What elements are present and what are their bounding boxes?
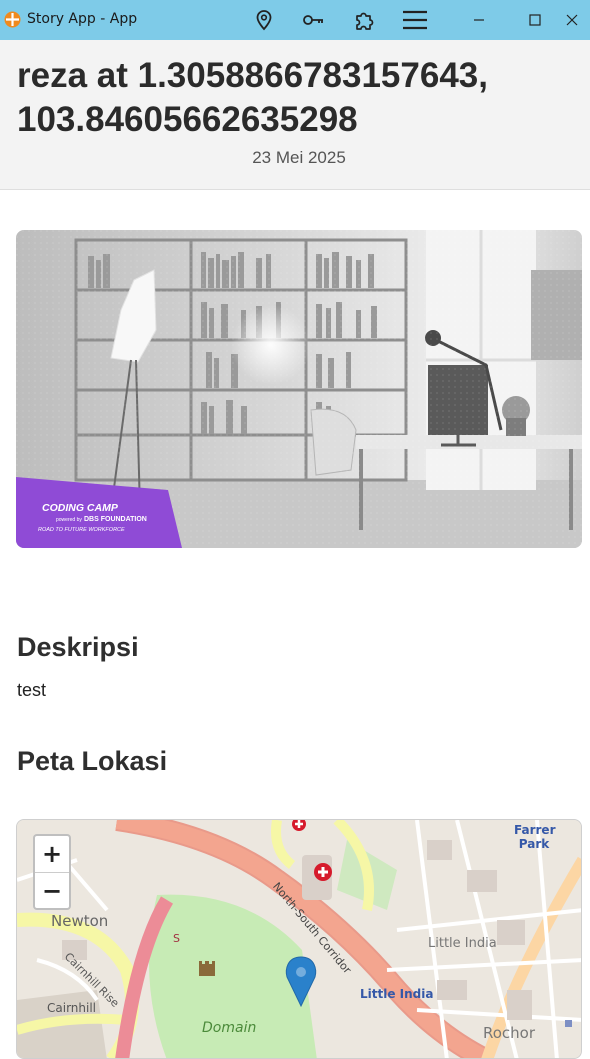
badge-title: CODING CAMP [42, 502, 119, 514]
puzzle-extension-icon[interactable] [353, 8, 377, 32]
story-title: reza at 1.3058866783157643, 103.84605662… [17, 56, 488, 139]
badge-tagline: ROAD TO FUTURE WORKFORCE [38, 527, 125, 533]
story-photo: CODING CAMP powered by DBS FOUNDATION RO… [16, 230, 582, 548]
map-label-little-india-area: Little India [428, 936, 497, 951]
hamburger-menu-icon[interactable] [401, 8, 429, 32]
map-label-newton: Newton [51, 912, 109, 930]
location-map[interactable]: Newton Cairnhill Rise Cairnhill North-So… [16, 819, 582, 1059]
story-header: reza at 1.3058866783157643, 103.84605662… [0, 40, 590, 190]
story-date: 23 Mei 2025 [252, 148, 346, 167]
badge-powered: powered by [56, 517, 82, 523]
map-label-domain: Domain [202, 1020, 257, 1036]
map-label-little-india-station: Little India [360, 987, 434, 1001]
location-pin-icon[interactable] [252, 8, 276, 32]
map-zoom-control: + − [33, 834, 71, 910]
badge-foundation: DBS FOUNDATION [84, 516, 147, 523]
minimize-button[interactable] [456, 0, 502, 40]
window-title: Story App - App [27, 11, 138, 27]
zoom-out-button[interactable]: − [35, 872, 69, 908]
close-button[interactable] [566, 0, 590, 40]
description-text: test [17, 680, 47, 700]
map-label-cairnhill: Cairnhill [47, 1001, 97, 1015]
map-label-farrer-park: Farrer Park [514, 823, 556, 851]
window-titlebar: Story App - App [0, 0, 590, 40]
maximize-button[interactable] [512, 0, 558, 40]
study-room-illustration: CODING CAMP powered by DBS FOUNDATION RO… [16, 230, 582, 548]
description-heading: Deskripsi [17, 632, 139, 662]
map-label-rochor: Rochor [483, 1024, 536, 1042]
map-label-s: S [173, 932, 180, 945]
map-heading: Peta Lokasi [17, 746, 168, 776]
app-logo-icon [4, 11, 21, 28]
zoom-in-button[interactable]: + [35, 836, 69, 872]
key-icon[interactable] [302, 8, 326, 32]
